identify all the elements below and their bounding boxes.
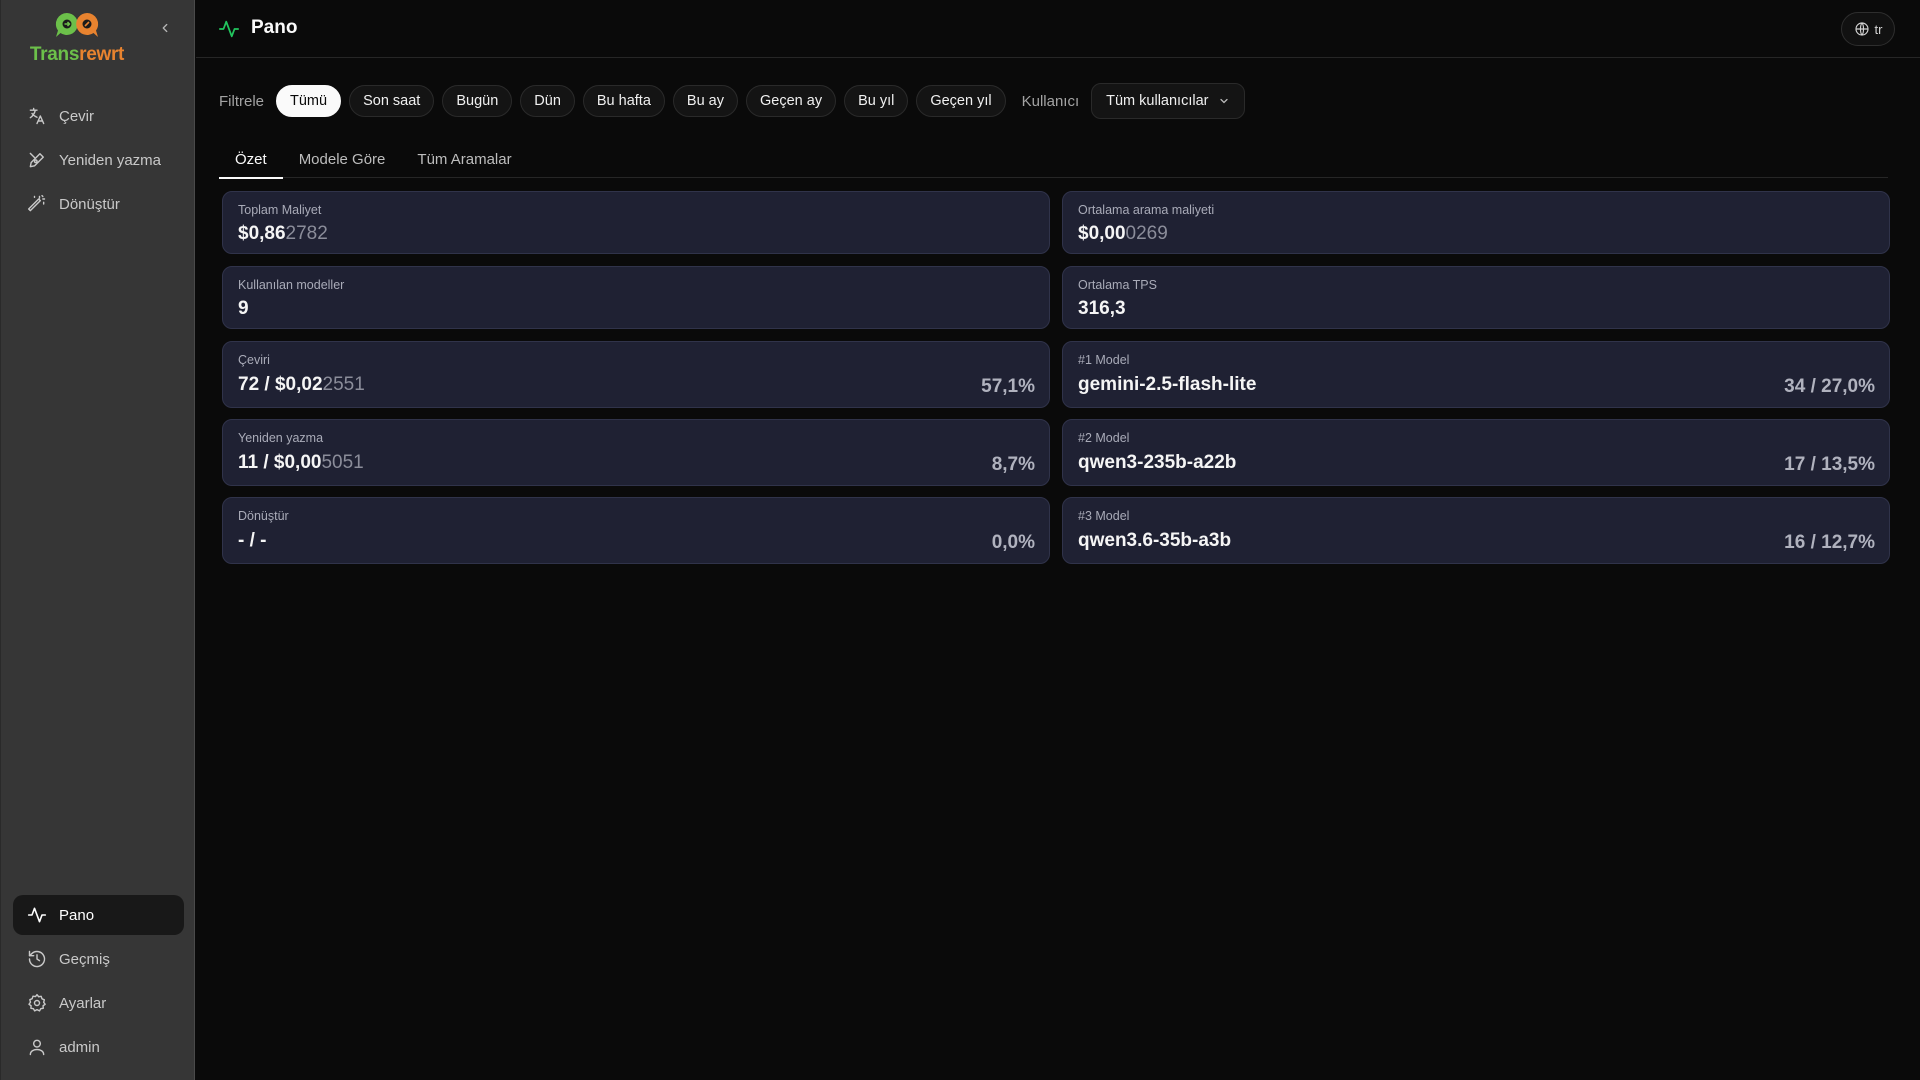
card-value-main: 11 / $0,00 <box>238 452 322 473</box>
card-translate: Çeviri 72 / $0,022551 57,1% <box>222 341 1050 408</box>
gear-icon <box>28 993 46 1012</box>
card-label: Yeniden yazma <box>238 431 324 445</box>
card-model-2: #2 Model qwen3-235b-a22b 17 / 13,5% <box>1062 419 1890 486</box>
card-percentage: 16 / 12,7% <box>1784 532 1875 553</box>
filter-bar: Filtrele Tümü Son saat Bugün Dün Bu haft… <box>219 83 1246 119</box>
history-icon <box>28 950 46 968</box>
card-label: Ortalama arama maliyeti <box>1078 203 1215 217</box>
filter-chip-today[interactable]: Bugün <box>442 85 513 117</box>
card-convert: Dönüştür - / - 0,0% <box>222 497 1050 564</box>
card-label: Dönüştür <box>238 509 289 523</box>
card-value: 72 / $0,022551 <box>238 374 365 396</box>
activity-icon <box>218 20 240 38</box>
main-content: Pano tr Filtrele Tümü Son saat Bugün Dün… <box>196 0 1920 1080</box>
sidebar-item-history[interactable]: Geçmiş <box>13 939 184 979</box>
card-model-1: #1 Model gemini-2.5-flash-lite 34 / 27,0… <box>1062 341 1890 408</box>
tab-bar: Özet Modele Göre Tüm Aramalar <box>219 140 1888 179</box>
sidebar-item-label: Pano <box>59 906 95 924</box>
card-model-3: #3 Model qwen3.6-35b-a3b 16 / 12,7% <box>1062 497 1890 564</box>
sidebar-item-label: Geçmiş <box>59 950 110 968</box>
card-value: - / - <box>238 530 267 551</box>
filter-chip-this-month[interactable]: Bu ay <box>672 85 738 117</box>
tab-by-model[interactable]: Modele Göre <box>283 140 402 178</box>
sidebar-item-settings[interactable]: Ayarlar <box>13 983 184 1023</box>
sidebar-item-rewrite[interactable]: Yeniden yazma <box>13 140 184 180</box>
sidebar: Transrewrt Çevir Yeniden yazma Dönüştür … <box>0 0 195 1080</box>
card-percentage: 0,0% <box>991 532 1035 553</box>
card-value: qwen3.6-35b-a3b <box>1078 530 1232 551</box>
page-title: Pano <box>251 17 298 38</box>
filter-chip-last-year[interactable]: Geçen yıl <box>916 85 1006 117</box>
sidebar-item-label: Çevir <box>59 107 95 125</box>
card-value-dim: 0269 <box>1125 223 1168 244</box>
top-bar: Pano tr <box>196 0 1920 58</box>
app-name-part1: Trans <box>29 44 80 65</box>
card-label: #2 Model <box>1078 431 1130 445</box>
card-value-dim: 5051 <box>321 452 364 473</box>
chevron-left-icon <box>162 23 168 33</box>
card-label: #1 Model <box>1078 353 1130 367</box>
filter-chip-last-month[interactable]: Geçen ay <box>746 85 837 117</box>
tab-summary[interactable]: Özet <box>219 140 283 179</box>
card-value-dim: 2551 <box>322 374 365 395</box>
filter-chip-all[interactable]: Tümü <box>276 85 342 117</box>
pen-icon <box>29 152 44 168</box>
card-total-cost: Toplam Maliyet $0,862782 <box>222 191 1050 254</box>
chevron-down-icon <box>1220 98 1229 104</box>
card-value-main: $0,86 <box>238 223 286 244</box>
sidebar-item-user[interactable]: admin <box>13 1027 184 1067</box>
sidebar-item-label: admin <box>59 1038 100 1056</box>
card-value: gemini-2.5-flash-lite <box>1078 374 1257 395</box>
filter-chip-this-week[interactable]: Bu hafta <box>582 85 665 117</box>
card-models-used: Kullanılan modeller 9 <box>222 266 1050 329</box>
card-percentage: 57,1% <box>981 376 1035 397</box>
card-avg-tps: Ortalama TPS 316,3 <box>1062 266 1890 329</box>
sidebar-item-label: Yeniden yazma <box>59 151 162 169</box>
translate-icon <box>29 107 45 125</box>
card-rewrite: Yeniden yazma 11 / $0,005051 8,7% <box>222 419 1050 486</box>
card-label: Çeviri <box>238 353 270 367</box>
sidebar-item-translate[interactable]: Çevir <box>13 96 184 136</box>
globe-icon <box>1854 22 1869 36</box>
card-percentage: 34 / 27,0% <box>1784 376 1875 397</box>
card-label: Kullanılan modeller <box>238 278 345 292</box>
user-select[interactable]: Tüm kullanıcılar <box>1091 83 1246 119</box>
card-value: qwen3-235b-a22b <box>1078 452 1237 473</box>
sidebar-item-label: Ayarlar <box>59 994 107 1012</box>
card-value-dim: 2782 <box>285 223 328 244</box>
card-value: $0,862782 <box>238 223 328 245</box>
tab-all-calls[interactable]: Tüm Aramalar <box>401 140 527 178</box>
card-label: #3 Model <box>1078 509 1130 523</box>
sidebar-item-convert[interactable]: Dönüştür <box>13 184 184 224</box>
activity-icon <box>27 907 47 923</box>
filter-chip-last-hour[interactable]: Son saat <box>349 85 435 117</box>
sidebar-item-label: Dönüştür <box>59 195 120 213</box>
card-value: 11 / $0,005051 <box>238 452 364 474</box>
card-value-main: 72 / $0,02 <box>238 374 323 395</box>
user-filter-label: Kullanıcı <box>1021 92 1080 110</box>
logo-icon <box>55 12 99 37</box>
card-value-main: $0,00 <box>1078 223 1126 244</box>
app-logo[interactable]: Transrewrt <box>29 10 125 66</box>
card-label: Ortalama TPS <box>1078 278 1157 292</box>
app-name-part2: rewrt <box>79 44 125 65</box>
card-avg-cost: Ortalama arama maliyeti $0,000269 <box>1062 191 1890 254</box>
card-value: 9 <box>238 298 249 319</box>
filter-chip-this-year[interactable]: Bu yıl <box>844 85 909 117</box>
card-percentage: 8,7% <box>991 454 1035 475</box>
user-select-value: Tüm kullanıcılar <box>1106 93 1209 109</box>
user-icon <box>29 1039 45 1056</box>
magic-wand-icon <box>27 194 46 212</box>
app-name: Transrewrt <box>29 44 125 66</box>
sidebar-item-dashboard[interactable]: Pano <box>13 895 184 935</box>
card-value: 316,3 <box>1078 298 1126 319</box>
filter-label: Filtrele <box>219 92 265 110</box>
collapse-sidebar-button[interactable] <box>155 18 175 38</box>
filter-chip-yesterday[interactable]: Dün <box>520 85 575 117</box>
language-code: tr <box>1874 21 1883 37</box>
card-value: $0,000269 <box>1078 223 1168 245</box>
language-button[interactable]: tr <box>1841 12 1895 46</box>
card-percentage: 17 / 13,5% <box>1784 454 1875 475</box>
card-label: Toplam Maliyet <box>238 203 322 217</box>
